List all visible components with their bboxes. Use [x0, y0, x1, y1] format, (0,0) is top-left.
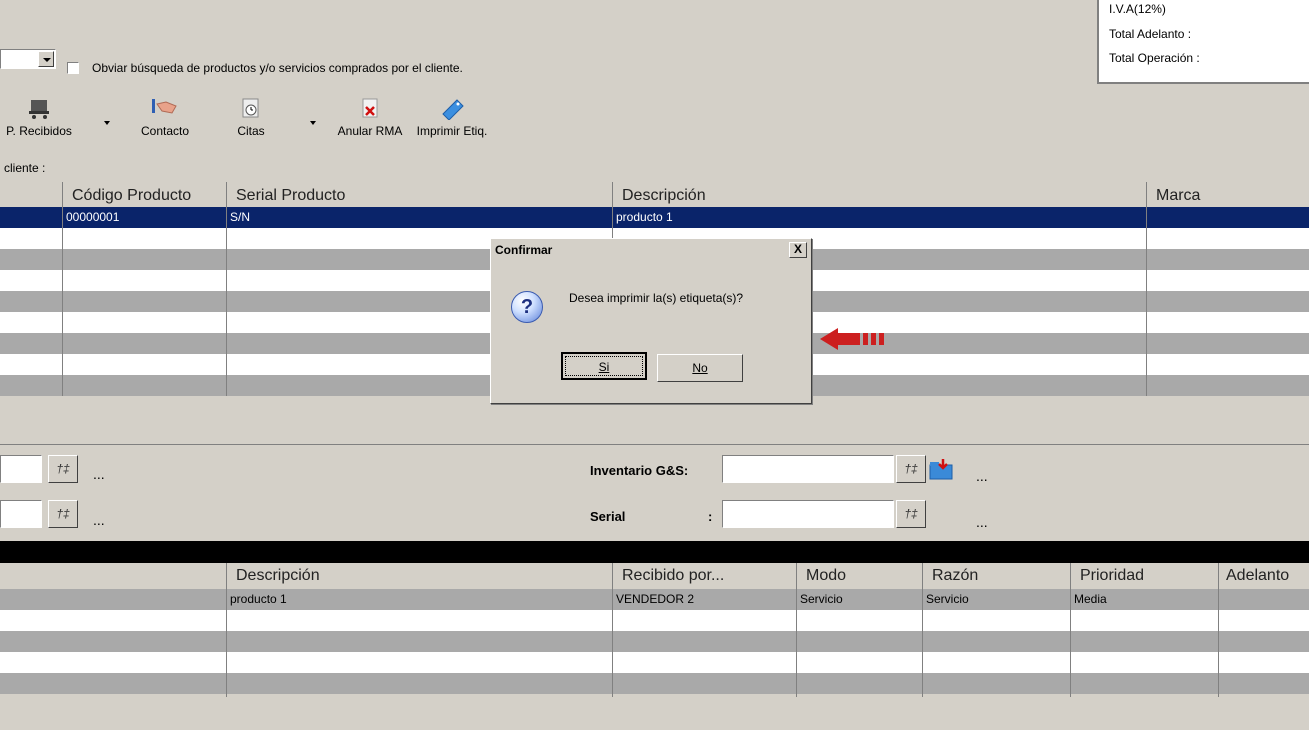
- col-adelanto[interactable]: Adelanto: [1226, 567, 1289, 585]
- column-divider: [1218, 563, 1219, 697]
- yes-button-label: Si: [598, 360, 610, 374]
- col-recibido-por[interactable]: Recibido por...: [622, 567, 724, 585]
- cell-razon: Servicio: [926, 592, 969, 606]
- imprimir-etiq-label: Imprimir Etiq.: [416, 124, 488, 138]
- column-divider: [226, 563, 227, 697]
- col-codigo-producto[interactable]: Código Producto: [72, 187, 191, 205]
- table-row[interactable]: [0, 610, 1309, 631]
- col-serial-producto[interactable]: Serial Producto: [236, 187, 345, 205]
- citas-label: Citas: [237, 124, 265, 138]
- left-field-1[interactable]: [0, 455, 42, 483]
- yes-button[interactable]: Si: [561, 352, 647, 380]
- citas-dropdown-arrow[interactable]: [310, 121, 316, 125]
- obviar-checkbox-label: Obviar búsqueda de productos y/o servici…: [92, 61, 463, 75]
- received-grid-header: Descripción Recibido por... Modo Razón P…: [0, 565, 1309, 587]
- handshake-icon: [130, 96, 200, 120]
- folder-download-icon[interactable]: [928, 457, 956, 481]
- totals-panel: I.V.A(12%) Total Adelanto : Total Operac…: [1097, 0, 1309, 84]
- client-combo[interactable]: [0, 49, 56, 69]
- ellipsis-2[interactable]: ...: [93, 512, 105, 528]
- col-prioridad[interactable]: Prioridad: [1080, 567, 1144, 585]
- p-recibidos-label: P. Recibidos: [6, 124, 72, 138]
- dialog-message: Desea imprimir la(s) etiqueta(s)?: [569, 291, 744, 305]
- col-marca[interactable]: Marca: [1156, 187, 1200, 205]
- cell-recibido-por: VENDEDOR 2: [616, 592, 695, 606]
- cell-serial: S/N: [230, 210, 251, 224]
- contacto-label: Contacto: [140, 124, 190, 138]
- search-binoculars-icon[interactable]: †‡: [48, 500, 78, 528]
- citas-button[interactable]: Citas: [226, 96, 276, 138]
- column-divider: [612, 563, 613, 697]
- cliente-label: cliente :: [4, 161, 46, 175]
- table-row[interactable]: [0, 652, 1309, 673]
- cell-modo: Servicio: [800, 592, 843, 606]
- column-divider: [62, 182, 63, 396]
- contacto-button[interactable]: Contacto: [130, 96, 200, 138]
- col-descripcion[interactable]: Descripción: [622, 187, 706, 205]
- no-button-label: No: [692, 361, 708, 375]
- cell-descripcion: producto 1: [230, 592, 287, 606]
- cell-prioridad: Media: [1074, 592, 1107, 606]
- left-field-2[interactable]: [0, 500, 42, 528]
- col-modo[interactable]: Modo: [806, 567, 846, 585]
- column-divider: [1146, 182, 1147, 396]
- label-tag-icon: [412, 96, 492, 121]
- total-adelanto-label: Total Adelanto :: [1109, 27, 1192, 41]
- search-binoculars-icon[interactable]: †‡: [896, 500, 926, 528]
- inventario-label: Inventario G&S:: [590, 463, 689, 478]
- anular-rma-button[interactable]: Anular RMA: [328, 96, 412, 138]
- combo-dropdown-button[interactable]: [38, 51, 54, 67]
- inventario-input[interactable]: [722, 455, 894, 483]
- table-row[interactable]: producto 1 VENDEDOR 2 Servicio Servicio …: [0, 589, 1309, 610]
- column-divider: [796, 563, 797, 697]
- close-icon[interactable]: X: [789, 242, 807, 258]
- dialog-titlebar[interactable]: Confirmar X: [493, 241, 809, 259]
- serial-colon: :: [708, 509, 713, 524]
- cell-codigo: 00000001: [66, 210, 120, 224]
- cancel-x-icon: [328, 96, 412, 120]
- ellipsis-1[interactable]: ...: [93, 466, 105, 482]
- obviar-checkbox[interactable]: [67, 62, 79, 74]
- column-divider: [1070, 563, 1071, 697]
- clock-icon: [226, 96, 276, 120]
- section-divider: [0, 444, 1309, 445]
- p-recibidos-dropdown-arrow[interactable]: [104, 121, 110, 125]
- serial-label: Serial: [590, 509, 626, 524]
- imprimir-etiq-button[interactable]: Imprimir Etiq.: [412, 96, 492, 138]
- search-binoculars-icon[interactable]: †‡: [896, 455, 926, 483]
- table-row[interactable]: 00000001 S/N producto 1: [0, 207, 1309, 228]
- column-divider: [922, 563, 923, 697]
- iva-label: I.V.A(12%): [1109, 2, 1166, 16]
- dialog-title: Confirmar: [495, 243, 553, 257]
- no-button[interactable]: No: [657, 354, 743, 382]
- ellipsis-3[interactable]: ...: [976, 468, 988, 484]
- confirm-dialog[interactable]: Confirmar X ? Desea imprimir la(s) etiqu…: [490, 238, 812, 404]
- col-razon[interactable]: Razón: [932, 567, 978, 585]
- cart-icon: [4, 96, 74, 120]
- serial-input[interactable]: [722, 500, 894, 528]
- total-operacion-label: Total Operación :: [1109, 51, 1200, 65]
- col-descripcion-2[interactable]: Descripción: [236, 567, 320, 585]
- anular-rma-label: Anular RMA: [337, 124, 403, 138]
- section-bar: [0, 541, 1309, 563]
- question-icon: ?: [511, 291, 543, 323]
- received-grid[interactable]: Descripción Recibido por... Modo Razón P…: [0, 563, 1309, 699]
- products-grid-header: Código Producto Serial Producto Descripc…: [0, 185, 1309, 207]
- table-row[interactable]: [0, 673, 1309, 694]
- column-divider: [226, 182, 227, 396]
- ellipsis-4[interactable]: ...: [976, 514, 988, 530]
- table-row[interactable]: [0, 631, 1309, 652]
- p-recibidos-button[interactable]: P. Recibidos: [4, 96, 74, 138]
- cell-descripcion: producto 1: [616, 210, 673, 224]
- arrow-left-icon: [820, 326, 890, 352]
- search-binoculars-icon[interactable]: †‡: [48, 455, 78, 483]
